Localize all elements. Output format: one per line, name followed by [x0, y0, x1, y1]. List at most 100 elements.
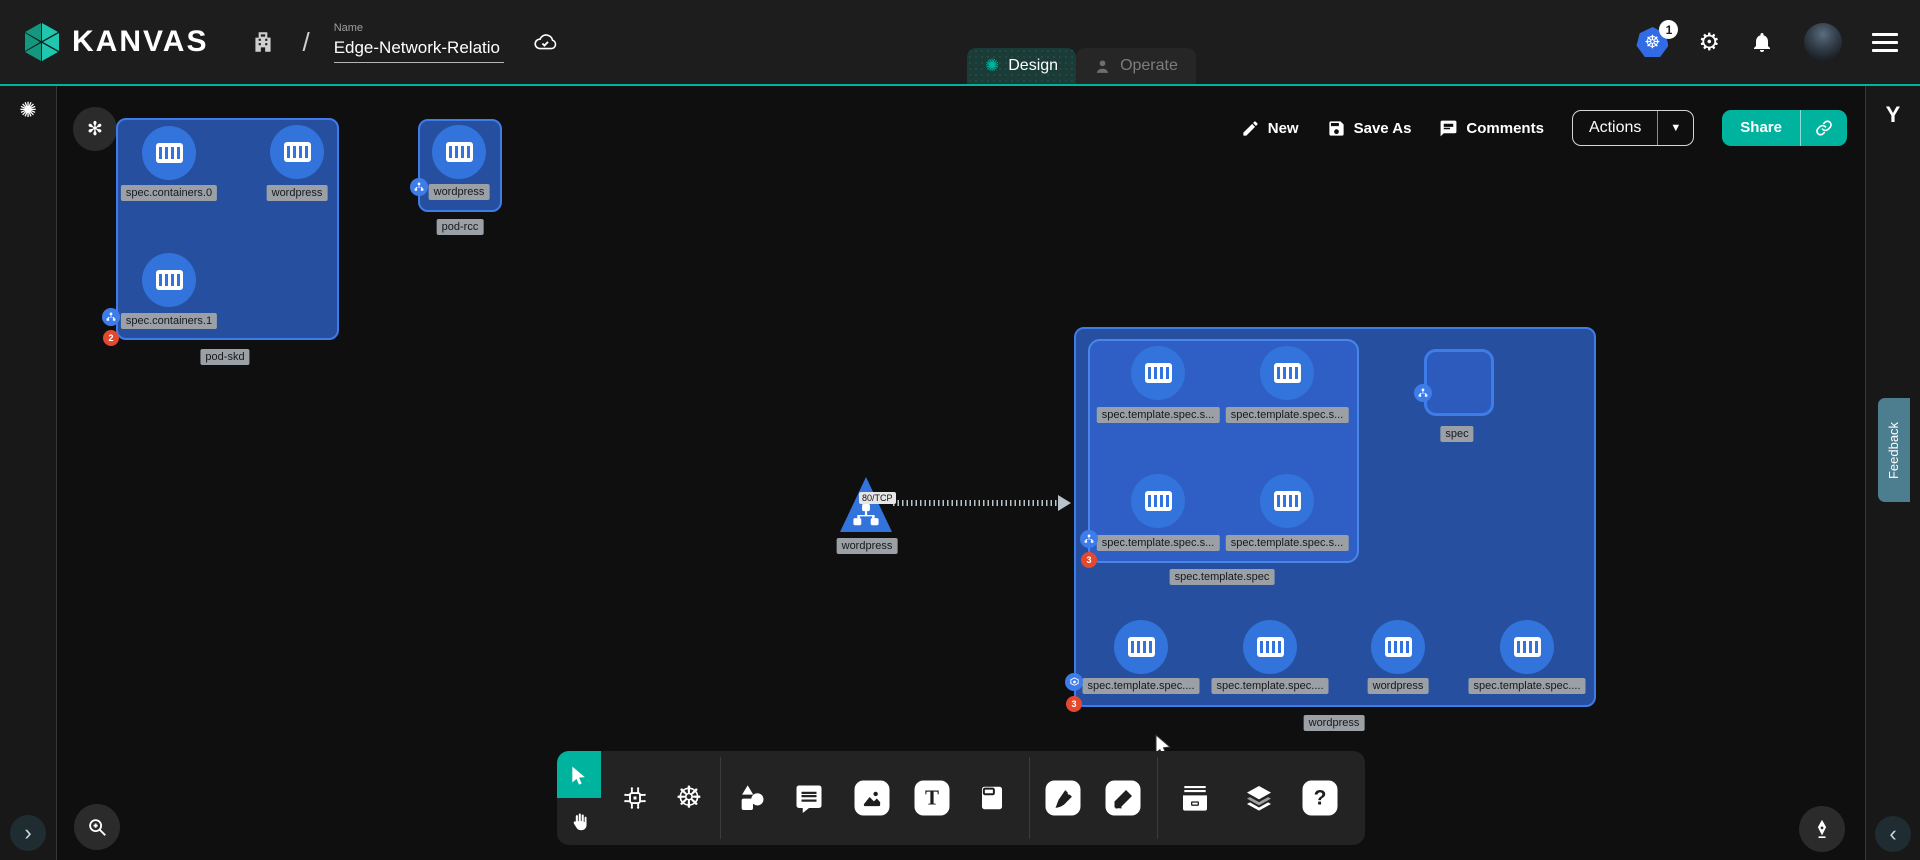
pen-tool-button[interactable]	[1046, 781, 1081, 816]
text-icon: T	[915, 781, 950, 816]
hand-icon	[568, 811, 590, 833]
app-header: KANVAS / Name ✺ Design Operate ☸ 1 ⚙	[0, 0, 1920, 86]
node-bottom-container-3[interactable]	[1371, 620, 1425, 674]
cursor-icon	[569, 765, 589, 785]
node-spec-containers-0[interactable]	[142, 126, 196, 180]
kanvas-spiral-icon[interactable]: ✺	[0, 98, 56, 123]
node-bottom-container-4[interactable]	[1500, 620, 1554, 674]
node-service-wordpress[interactable]	[840, 477, 892, 532]
context-count-badge: 1	[1659, 20, 1678, 39]
image-icon	[855, 781, 890, 816]
components-drawer-button[interactable]	[1179, 782, 1211, 814]
tab-design[interactable]: ✺ Design	[967, 48, 1076, 84]
relationship-badge-icon[interactable]	[102, 308, 120, 326]
node-label: spec.template.spec....	[1212, 678, 1329, 694]
user-avatar[interactable]	[1804, 23, 1842, 61]
shapes-tool-button[interactable]	[735, 782, 767, 814]
node-label: spec.containers.0	[121, 185, 217, 201]
select-tool-button[interactable]	[557, 751, 601, 798]
help-tool-button[interactable]: ?	[1303, 781, 1338, 816]
group-label-pod-skd: pod-skd	[200, 349, 249, 365]
shapes-icon	[735, 782, 767, 814]
right-rail: Y Feedback ‹	[1865, 86, 1920, 860]
comments-button[interactable]: Comments	[1439, 119, 1544, 138]
edge-service-to-deployment[interactable]	[893, 500, 1059, 506]
design-name-label: Name	[334, 22, 504, 34]
kubernetes-badge-icon[interactable]	[1065, 673, 1083, 691]
relationship-badge-icon[interactable]	[1080, 530, 1098, 548]
note-tool-button[interactable]	[977, 783, 1007, 813]
share-button[interactable]: Share	[1722, 110, 1847, 146]
layers-tool-button[interactable]	[1243, 782, 1275, 814]
group-spec-template-spec[interactable]	[1088, 339, 1359, 563]
comment-tool-button[interactable]	[794, 783, 824, 813]
pencil-icon	[1241, 119, 1260, 138]
canvas-toolbar: New Save As Comments Actions ▼ Share	[1241, 110, 1847, 146]
design-name-input[interactable]	[334, 36, 504, 63]
actions-dropdown-button[interactable]: Actions ▼	[1572, 110, 1694, 146]
error-count-badge[interactable]: 3	[1081, 552, 1097, 568]
text-tool-button[interactable]: T	[915, 781, 950, 816]
pan-tool-button[interactable]	[557, 798, 601, 845]
settings-gear-icon[interactable]: ⚙	[1698, 28, 1720, 57]
collapse-right-panel-button[interactable]: ‹	[1875, 816, 1911, 852]
integrations-tool-button[interactable]	[620, 783, 650, 813]
actions-caret-icon[interactable]: ▼	[1657, 111, 1693, 145]
new-button[interactable]: New	[1241, 119, 1299, 138]
kubernetes-tool-button[interactable]: ☸	[676, 781, 703, 816]
node-label: spec.containers.1	[121, 313, 217, 329]
container-icon	[156, 270, 183, 290]
tab-operate[interactable]: Operate	[1076, 48, 1196, 84]
node-template-container-4[interactable]	[1260, 474, 1314, 528]
layers-icon	[1243, 782, 1275, 814]
canvas-flower-button[interactable]: ✻	[73, 107, 117, 151]
kanvas-logo[interactable]: KANVAS	[22, 21, 208, 63]
pen-nib-button[interactable]	[1799, 806, 1845, 852]
node-spec[interactable]	[1424, 349, 1494, 416]
node-label-spec: spec	[1440, 426, 1473, 442]
notifications-bell-icon[interactable]	[1750, 30, 1774, 54]
node-template-container-1[interactable]	[1131, 346, 1185, 400]
drawer-icon	[1179, 782, 1211, 814]
kubernetes-context-button[interactable]: ☸ 1	[1636, 27, 1668, 57]
node-label: wordpress	[429, 184, 490, 200]
node-label: spec.template.spec....	[1469, 678, 1586, 694]
pen-nib-icon	[1811, 818, 1833, 840]
error-count-badge[interactable]: 3	[1066, 696, 1082, 712]
zoom-search-button[interactable]	[74, 804, 120, 850]
node-bottom-container-2[interactable]	[1243, 620, 1297, 674]
main-area: ✺ › ✻ New Save As Comments Actions ▼	[0, 86, 1920, 860]
expand-left-panel-button[interactable]: ›	[10, 815, 46, 851]
node-wordpress-container[interactable]	[270, 125, 324, 179]
menu-hamburger-icon[interactable]	[1872, 33, 1898, 52]
node-wordpress-container[interactable]	[432, 125, 486, 179]
node-template-container-2[interactable]	[1260, 346, 1314, 400]
organization-icon[interactable]	[250, 29, 276, 55]
relationship-badge-icon[interactable]	[1414, 384, 1432, 402]
container-icon	[1257, 637, 1284, 657]
feedback-tab[interactable]: Feedback	[1878, 398, 1910, 502]
image-tool-button[interactable]	[855, 781, 890, 816]
logo-wordmark: KANVAS	[72, 25, 208, 59]
container-icon	[446, 142, 473, 162]
node-template-container-3[interactable]	[1131, 474, 1185, 528]
save-as-button[interactable]: Save As	[1327, 119, 1412, 138]
header-right-actions: ☸ 1 ⚙	[1636, 23, 1898, 61]
relationship-badge-icon[interactable]	[410, 178, 428, 196]
kanvas-logo-icon	[22, 21, 62, 63]
node-label: spec.template.spec.s...	[1097, 407, 1220, 423]
copy-link-icon[interactable]	[1800, 110, 1847, 146]
note-icon	[977, 783, 1007, 813]
node-label: spec.template.spec.s...	[1097, 535, 1220, 551]
node-spec-containers-1[interactable]	[142, 253, 196, 307]
design-canvas[interactable]: ✻ New Save As Comments Actions ▼ Share	[57, 86, 1865, 860]
container-icon	[1274, 363, 1301, 383]
freehand-tool-button[interactable]	[1106, 781, 1141, 816]
comment-icon	[1439, 119, 1458, 138]
merge-toggle-icon[interactable]: Y	[1866, 102, 1920, 128]
node-bottom-container-1[interactable]	[1114, 620, 1168, 674]
error-count-badge[interactable]: 2	[103, 330, 119, 346]
left-rail: ✺ ›	[0, 86, 57, 860]
operate-person-icon	[1094, 58, 1111, 75]
container-icon	[284, 142, 311, 162]
